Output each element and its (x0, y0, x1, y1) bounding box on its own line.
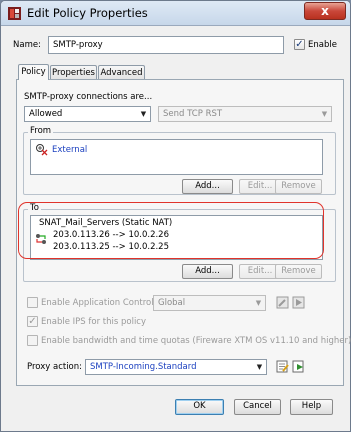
tab-properties[interactable]: Properties (50, 65, 97, 80)
edit-proxy-action-icon[interactable] (276, 360, 289, 373)
to-remove-button[interactable]: Remove (275, 264, 322, 279)
check-icon: ✓ (28, 316, 37, 327)
connections-label: SMTP-proxy connections are... (24, 92, 153, 102)
from-remove-button[interactable]: Remove (275, 179, 322, 194)
chevron-down-icon: ▼ (255, 299, 262, 307)
highlight-annotation (18, 202, 324, 259)
app-control-value: Global (158, 298, 186, 308)
bandwidth-label: Enable bandwidth and time quotas (Firewa… (41, 336, 351, 346)
close-icon: x (321, 4, 329, 18)
app-control-label: Enable Application Control: (41, 298, 157, 308)
new-app-control-icon[interactable] (292, 296, 305, 309)
cancel-label: Cancel (243, 401, 272, 411)
chevron-down-icon: ▼ (256, 363, 263, 371)
window-title: Edit Policy Properties (27, 6, 148, 20)
tab-advanced[interactable]: Advanced (98, 65, 145, 80)
reject-action-value: Send TCP RST (163, 109, 223, 119)
bandwidth-checkbox[interactable] (27, 335, 38, 346)
new-proxy-action-icon[interactable] (292, 360, 305, 373)
policy-name-input[interactable]: SMTP-proxy (48, 36, 284, 54)
name-label: Name: (13, 40, 41, 50)
help-label: Help (301, 401, 322, 411)
external-network-icon (36, 144, 48, 156)
app-control-select[interactable]: Global ▼ (153, 295, 266, 311)
app-icon (8, 7, 21, 20)
from-item-label: External (52, 144, 88, 155)
connection-action-value: Allowed (29, 109, 63, 119)
chevron-down-icon: ▼ (140, 110, 147, 118)
help-button[interactable]: Help (290, 399, 333, 415)
proxy-action-label: Proxy action: (27, 362, 83, 372)
tab-policy[interactable]: Policy (18, 64, 49, 80)
proxy-action-select[interactable]: SMTP-Incoming.Standard ▼ (85, 359, 267, 375)
from-list[interactable]: External (30, 139, 323, 175)
ok-button[interactable]: OK (175, 399, 224, 415)
ok-label: OK (193, 401, 206, 411)
title-bar[interactable]: Edit Policy Properties x (1, 1, 350, 26)
edit-app-control-icon[interactable] (276, 296, 289, 309)
connection-action-select[interactable]: Allowed ▼ (24, 106, 151, 122)
from-add-button[interactable]: Add... (182, 179, 233, 194)
from-legend: From (28, 126, 54, 136)
to-add-button[interactable]: Add... (182, 264, 233, 279)
check-icon: ✓ (295, 39, 304, 50)
close-button[interactable]: x (304, 2, 346, 20)
proxy-action-value: SMTP-Incoming.Standard (90, 362, 197, 372)
chevron-down-icon: ▼ (321, 110, 328, 118)
list-item[interactable]: External (35, 143, 87, 156)
ips-label: Enable IPS for this policy (41, 317, 147, 327)
reject-action-select[interactable]: Send TCP RST ▼ (158, 106, 332, 122)
enable-checkbox[interactable]: ✓ (294, 39, 305, 50)
ips-checkbox[interactable]: ✓ (27, 316, 38, 327)
cancel-button[interactable]: Cancel (234, 399, 281, 415)
app-control-checkbox[interactable] (27, 297, 38, 308)
enable-label: Enable (308, 40, 337, 50)
edit-policy-window: Edit Policy Properties x Name: SMTP-prox… (0, 0, 351, 432)
